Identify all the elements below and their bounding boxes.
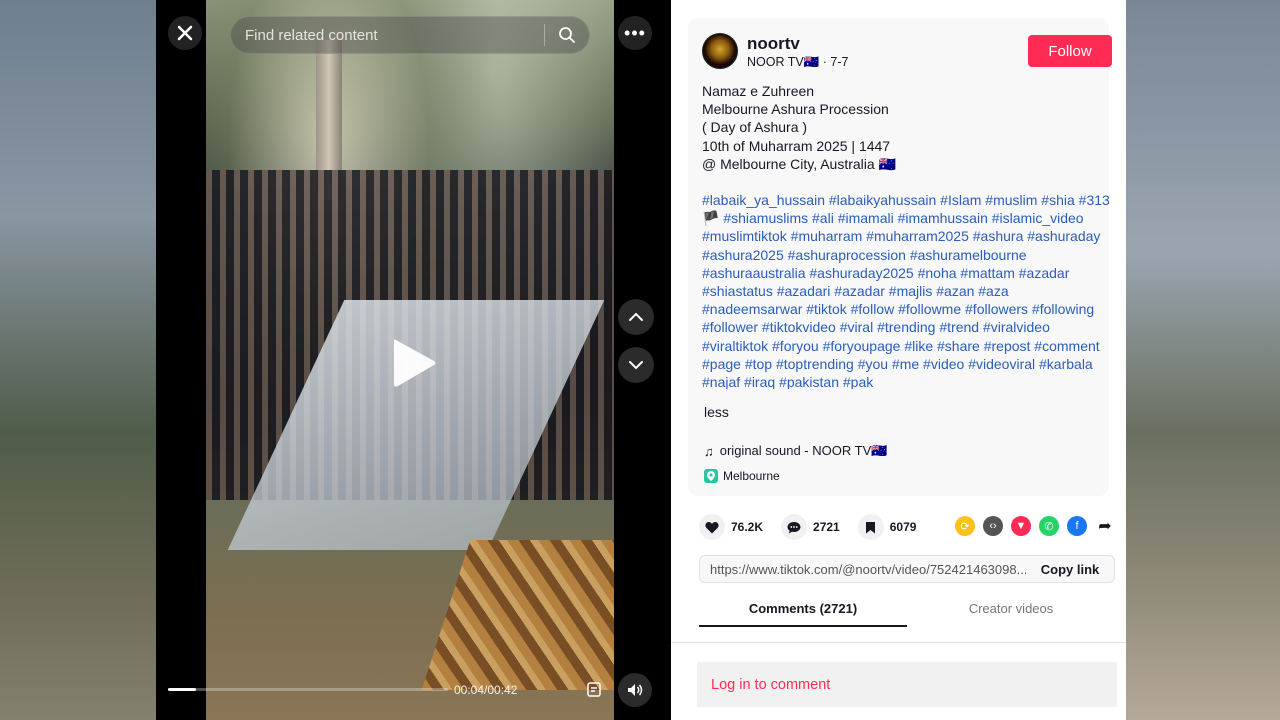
search-box[interactable] <box>230 16 590 54</box>
location-link[interactable]: Melbourne <box>704 469 780 483</box>
location-pin-icon <box>704 469 718 483</box>
username[interactable]: noortv <box>747 34 800 54</box>
music-note-icon: ♫ <box>704 443 714 459</box>
volume-button[interactable] <box>618 673 652 707</box>
author-subline: NOOR TV🇦🇺 · 7-7 <box>747 55 849 69</box>
search-button[interactable] <box>545 26 589 44</box>
whatsapp-icon[interactable]: ✆ <box>1039 516 1059 536</box>
sound-label: original sound - NOOR TV🇦🇺 <box>719 443 888 458</box>
avatar[interactable] <box>702 33 738 69</box>
comment-count: 2721 <box>813 520 840 534</box>
close-button[interactable] <box>168 16 202 50</box>
save-count: 6079 <box>889 520 917 534</box>
comment-icon <box>781 514 808 540</box>
time-label: 00:04/00:42 <box>454 683 518 697</box>
background-left <box>0 0 156 720</box>
tabs-divider <box>671 642 1126 643</box>
less-button[interactable]: less <box>704 404 729 420</box>
more-icon: ••• <box>624 22 646 43</box>
sound-link[interactable]: ♫ original sound - NOOR TV🇦🇺 <box>704 443 887 459</box>
follow-button[interactable]: Follow <box>1028 35 1112 67</box>
comment-button[interactable]: 2721 <box>781 514 840 540</box>
description-line: ( Day of Ashura ) <box>702 119 808 136</box>
like-count: 76.2K <box>731 520 764 534</box>
captions-button[interactable] <box>586 680 604 698</box>
hashtag-list[interactable]: #labaik_ya_hussain #labaikyahussain #Isl… <box>702 191 1112 389</box>
description-line: Namaz e Zuhreen <box>702 83 815 99</box>
description-line: 10th of Muharram 2025 | 1447 <box>702 137 891 154</box>
previous-video-button[interactable] <box>618 299 654 335</box>
video-panel: ••• 00:04/00:42 <box>156 0 671 720</box>
bookmark-icon <box>857 514 884 540</box>
progress-bar-fill <box>168 688 196 691</box>
description-line: Melbourne Ashura Procession <box>702 101 889 118</box>
facebook-icon[interactable]: f <box>1067 516 1087 536</box>
search-input[interactable] <box>231 17 544 53</box>
close-icon <box>177 25 193 41</box>
next-video-button[interactable] <box>618 347 654 383</box>
progress-bar[interactable] <box>168 688 448 691</box>
save-button[interactable]: 6079 <box>857 514 917 540</box>
tabs: Comments (2721) Creator videos <box>699 593 1115 627</box>
play-icon <box>394 339 436 387</box>
background-right <box>1126 0 1280 720</box>
share-arrow-icon[interactable]: ➦ <box>1095 516 1115 536</box>
chevron-down-icon <box>629 361 643 370</box>
video-link[interactable]: https://www.tiktok.com/@noortv/video/752… <box>700 562 1026 577</box>
play-button[interactable] <box>390 336 438 395</box>
search-icon <box>559 27 575 43</box>
chevron-up-icon <box>629 312 643 321</box>
link-box: https://www.tiktok.com/@noortv/video/752… <box>699 555 1115 583</box>
captions-icon <box>587 682 601 697</box>
embed-icon[interactable]: ‹› <box>983 516 1003 536</box>
repost-icon[interactable]: ⟳ <box>955 516 975 536</box>
heart-icon <box>699 514 725 540</box>
info-panel: noortv NOOR TV🇦🇺 · 7-7 Follow Namaz e Zu… <box>671 0 1126 720</box>
description-card: noortv NOOR TV🇦🇺 · 7-7 Follow Namaz e Zu… <box>688 18 1112 496</box>
description-line: @ Melbourne City, Australia 🇦🇺 <box>702 155 897 172</box>
share-row: ⟳ ‹› ▼ ✆ f ➦ <box>955 516 1115 536</box>
send-icon[interactable]: ▼ <box>1011 516 1031 536</box>
tab-creator-videos[interactable]: Creator videos <box>907 593 1115 627</box>
stats-row: 76.2K 2721 6079 <box>699 514 934 540</box>
copy-link-button[interactable]: Copy link <box>1026 562 1114 577</box>
location-label: Melbourne <box>723 469 780 483</box>
volume-icon <box>628 684 643 696</box>
tab-comments[interactable]: Comments (2721) <box>699 593 907 627</box>
login-to-comment-button[interactable]: Log in to comment <box>697 662 1117 707</box>
like-button[interactable]: 76.2K <box>699 514 763 540</box>
more-options-button[interactable]: ••• <box>618 16 652 50</box>
description-text: Namaz e Zuhreen Melbourne Ashura Process… <box>702 82 1102 173</box>
video-scene-rug <box>421 540 614 690</box>
